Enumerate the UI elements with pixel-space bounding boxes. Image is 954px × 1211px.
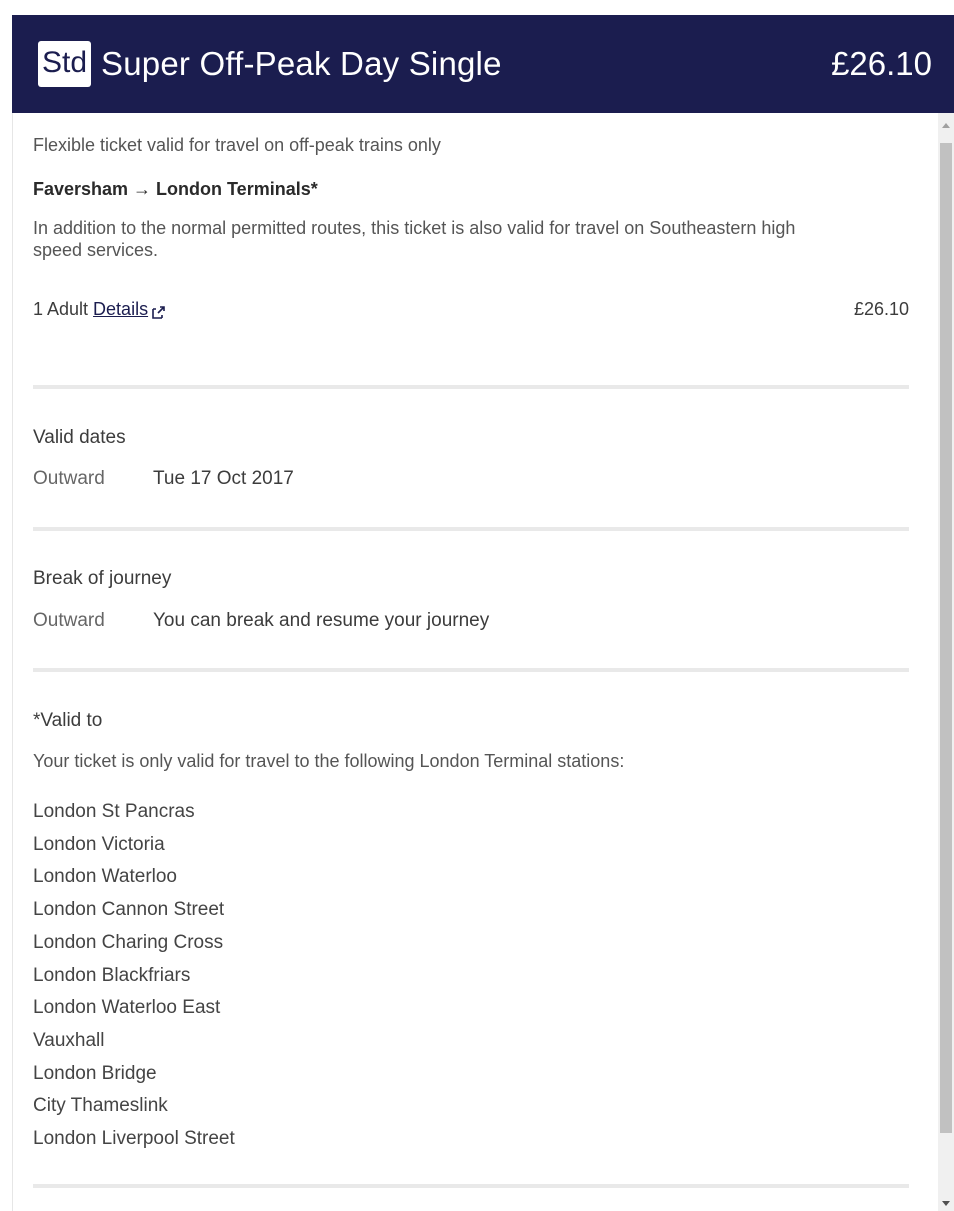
- list-item: City Thameslink: [33, 1095, 168, 1117]
- valid-dates-value: Tue 17 Oct 2017: [153, 468, 294, 489]
- break-of-journey-title: Break of journey: [33, 568, 172, 589]
- section-divider: [33, 1184, 909, 1188]
- details-link-label: Details: [93, 299, 149, 319]
- passenger-count: 1 Adult: [33, 299, 89, 319]
- valid-stations-list: London St Pancras London Victoria London…: [33, 796, 235, 1156]
- section-divider: [33, 527, 909, 531]
- valid-dates-row: Outward Tue 17 Oct 2017: [33, 468, 294, 490]
- ticket-price: £26.10: [831, 45, 932, 82]
- section-divider: [33, 385, 909, 389]
- passenger-row: 1 Adult Details £26.10: [33, 299, 909, 320]
- valid-to-description: Your ticket is only valid for travel to …: [33, 751, 625, 771]
- details-link[interactable]: Details: [93, 299, 165, 320]
- ticket-details-panel: Flexible ticket valid for travel on off-…: [12, 113, 938, 1211]
- list-item: London Waterloo: [33, 866, 178, 888]
- passenger-price: £26.10: [853, 299, 909, 319]
- section-divider: [33, 668, 909, 672]
- scroll-down-icon[interactable]: [942, 1201, 950, 1206]
- list-item: London St Pancras: [33, 801, 195, 822]
- ticket-route: Faversham → London Terminals*: [33, 179, 318, 199]
- list-item: London Waterloo East: [33, 997, 221, 1019]
- break-of-journey-row: Outward You can break and resume your jo…: [33, 610, 489, 632]
- ticket-route-note: In addition to the normal permitted rout…: [33, 218, 796, 260]
- break-of-journey-value: You can break and resume your journey: [153, 610, 490, 631]
- list-item: London Blackfriars: [33, 964, 191, 986]
- external-link-icon: [152, 303, 165, 319]
- list-item: London Charing Cross: [33, 931, 224, 953]
- ticket-subtitle: Flexible ticket valid for travel on off-…: [33, 135, 441, 155]
- list-item: London Cannon Street: [33, 899, 225, 921]
- list-item: London Victoria: [33, 833, 165, 855]
- list-item: London Liverpool Street: [33, 1128, 235, 1150]
- list-item: Vauxhall: [33, 1029, 105, 1051]
- ticket-header: Std Super Off-Peak Day Single £26.10: [12, 15, 954, 113]
- break-of-journey-label: Outward: [33, 610, 105, 631]
- valid-to-title: *Valid to: [33, 710, 103, 731]
- scroll-up-icon[interactable]: [942, 123, 950, 128]
- valid-dates-label: Outward: [33, 468, 105, 489]
- valid-dates-title: Valid dates: [33, 427, 126, 448]
- vertical-scrollbar[interactable]: [938, 113, 954, 1211]
- ticket-title: Super Off-Peak Day Single: [101, 45, 502, 82]
- scrollbar-thumb[interactable]: [940, 143, 952, 1133]
- class-badge: Std: [38, 41, 92, 87]
- list-item: London Bridge: [33, 1062, 157, 1084]
